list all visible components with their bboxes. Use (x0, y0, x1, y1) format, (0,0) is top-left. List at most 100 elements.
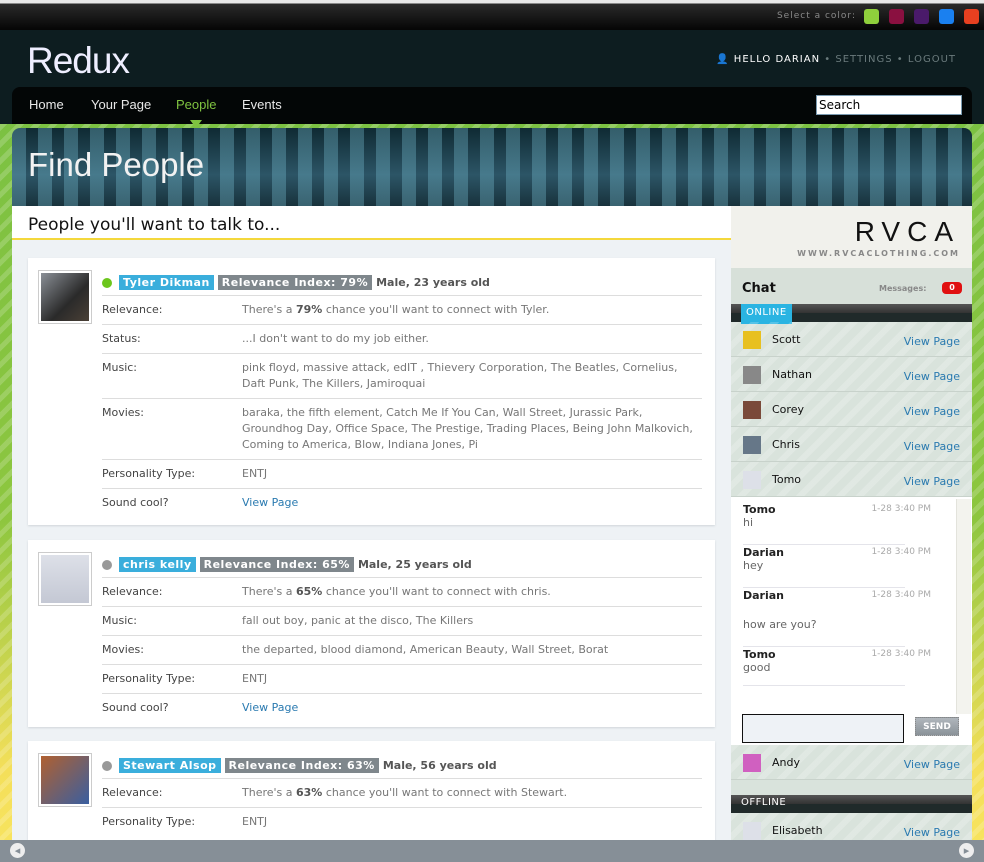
nav-your-page[interactable]: Your Page (91, 97, 151, 112)
field-label: Personality Type: (102, 815, 196, 828)
person-name[interactable]: Stewart Alsop (119, 758, 221, 773)
messages-badge[interactable]: 0 (942, 282, 962, 294)
field-value: ENTJ (242, 671, 702, 687)
buddy-name: Scott (772, 333, 801, 346)
nav-events[interactable]: Events (242, 97, 282, 112)
field-label: Movies: (102, 406, 144, 419)
field-value: fall out boy, panic at the disco, The Ki… (242, 614, 474, 627)
field-value: fall out boy, panic at the disco, The Ki… (242, 613, 702, 629)
buddy-avatar (743, 822, 761, 840)
field-label: Sound cool? (102, 496, 169, 509)
online-tab[interactable]: ONLINE (741, 304, 792, 324)
buddy-item[interactable]: Corey View Page (731, 392, 972, 427)
ad-banner[interactable]: RVCA WWW.RVCACLOTHING.COM (731, 206, 972, 268)
info-row: Relevance: There's a 65% chance you'll wa… (102, 578, 702, 607)
buddy-item[interactable]: Chris View Page (731, 427, 972, 462)
color-swatch[interactable] (939, 9, 954, 24)
buddy-name: Elisabeth (772, 824, 823, 837)
info-row: Personality Type: ENTJ (102, 460, 702, 489)
avatar[interactable] (38, 270, 92, 324)
demographics: Male, 56 years old (382, 759, 497, 772)
field-value: ...I don't want to do my job either. (242, 332, 429, 345)
back-arrow-icon[interactable]: ◂ (10, 843, 25, 858)
status-dot-icon (102, 559, 112, 570)
buddy-avatar (743, 331, 761, 349)
color-swatch[interactable] (964, 9, 979, 24)
info-row: Personality Type: ENTJ (102, 808, 702, 836)
hello-text: HELLO DARIAN (733, 54, 821, 65)
info-row: Relevance: There's a 79% chance you'll wa… (102, 296, 702, 325)
message-time: 1-28 3:40 PM (871, 649, 931, 659)
buddy-name: Chris (772, 438, 800, 451)
info-row: Movies: baraka, the fifth element, Catch … (102, 399, 702, 460)
person-header: Tyler Dikman Relevance Index: 79% Male, … (102, 270, 702, 296)
logo[interactable]: Redux (27, 40, 130, 82)
nav-people[interactable]: People (176, 97, 216, 112)
info-row: Sound cool? View Page (102, 694, 702, 722)
buddy-avatar (743, 401, 761, 419)
field-value: There's a 63% chance you'll want to conn… (242, 786, 568, 799)
chat-message: Darian 1-28 3:40 PM how are you? (743, 589, 931, 647)
message-time: 1-28 3:40 PM (871, 590, 931, 600)
field-value: ENTJ (242, 467, 268, 480)
avatar[interactable] (38, 753, 92, 807)
settings-link[interactable]: SETTINGS (835, 54, 892, 65)
field-label: Personality Type: (102, 672, 196, 685)
field-value: the departed, blood diamond, American Be… (242, 642, 702, 658)
nav-home[interactable]: Home (29, 97, 64, 112)
chat-message: Darian 1-28 3:40 PM hey (743, 546, 931, 588)
color-swatch[interactable] (864, 9, 879, 24)
info-row: Movies: the departed, blood diamond, Amer… (102, 636, 702, 665)
field-value: ENTJ (242, 814, 702, 830)
offline-bar: OFFLINE (731, 795, 972, 813)
field-value: ...I don't want to do my job either. (242, 331, 702, 347)
avatar[interactable] (38, 552, 92, 606)
color-swatch[interactable] (889, 9, 904, 24)
page-title: Find People (28, 146, 205, 183)
person-card: chris kelly Relevance Index: 65% Male, 2… (28, 540, 715, 727)
people-list: People you'll want to talk to... Tyler D… (12, 206, 731, 861)
field-value: There's a 65% chance you'll want to conn… (242, 585, 551, 598)
view-page-link[interactable]: View Page (242, 701, 298, 714)
info-row: Personality Type: ENTJ (102, 665, 702, 694)
view-page-link[interactable]: View Page (904, 335, 960, 348)
forward-arrow-icon[interactable]: ▸ (959, 843, 974, 858)
view-page-link[interactable]: View Page (904, 758, 960, 771)
buddy-avatar (743, 436, 761, 454)
demographics: Male, 25 years old (357, 558, 472, 571)
field-value: There's a 79% chance you'll want to conn… (242, 303, 550, 316)
view-page-link[interactable]: View Page (904, 370, 960, 383)
buddy-name: Nathan (772, 368, 812, 381)
logout-link[interactable]: LOGOUT (908, 54, 956, 65)
buddy-item[interactable]: Tomo View Page (731, 462, 972, 497)
message-time: 1-28 3:40 PM (871, 547, 931, 557)
buddy-item[interactable]: Scott View Page (731, 322, 972, 357)
person-name[interactable]: chris kelly (119, 557, 196, 572)
send-button[interactable]: SEND (915, 717, 959, 736)
banner: Find People (12, 128, 972, 206)
field-label: Sound cool? (102, 701, 169, 714)
view-page-link[interactable]: View Page (242, 496, 298, 509)
message-text: good (743, 661, 771, 674)
status-dot-icon (102, 760, 112, 771)
buddy-item[interactable]: Nathan View Page (731, 357, 972, 392)
view-page-link[interactable]: View Page (904, 826, 960, 839)
sidebar: RVCA WWW.RVCACLOTHING.COM Chat Messages:… (731, 206, 972, 848)
color-swatch[interactable] (914, 9, 929, 24)
view-page-link[interactable]: View Page (904, 405, 960, 418)
person-name[interactable]: Tyler Dikman (119, 275, 214, 290)
message-text: hey (743, 559, 764, 572)
chat-scrollbar[interactable] (956, 499, 971, 714)
message-text: hi (743, 516, 754, 529)
buddy-item[interactable]: Andy View Page (731, 745, 972, 780)
view-page-link[interactable]: View Page (904, 475, 960, 488)
chat-message: Tomo 1-28 3:40 PM good (743, 648, 931, 686)
chat-input[interactable] (742, 714, 904, 743)
field-label: Status: (102, 332, 141, 345)
color-label: Select a color: (776, 11, 856, 21)
ad-brand: RVCA (854, 216, 960, 247)
view-page-link[interactable]: View Page (904, 440, 960, 453)
search-input[interactable] (816, 95, 962, 115)
offline-label: OFFLINE (741, 797, 787, 808)
info-row: Music: fall out boy, panic at the disco, … (102, 607, 702, 636)
